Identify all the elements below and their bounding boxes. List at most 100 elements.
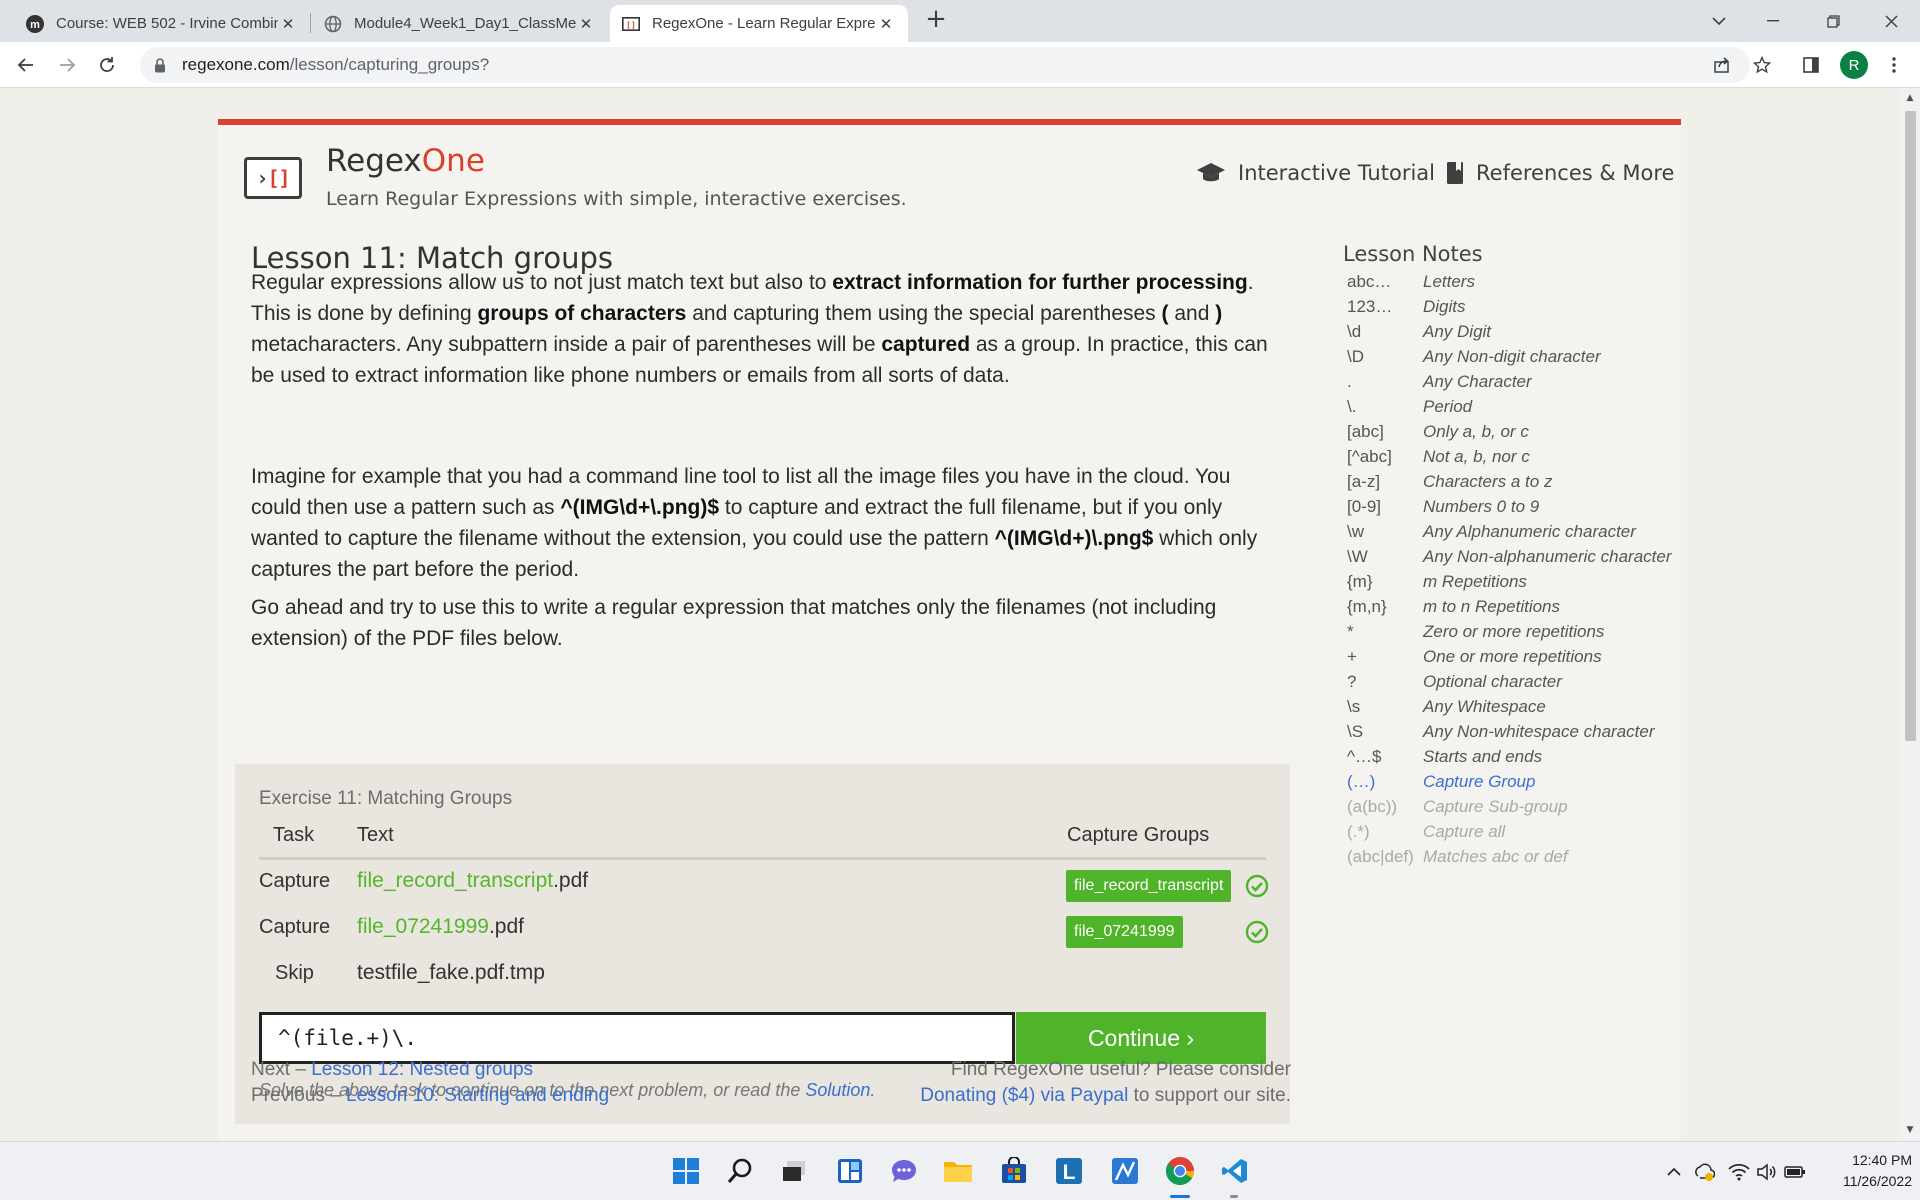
site-brand[interactable]: RegexOne: [326, 143, 485, 179]
scrollbar-thumb[interactable]: [1905, 111, 1916, 741]
donate-paypal-link[interactable]: Donating ($4) via Paypal: [920, 1085, 1128, 1106]
scroll-down-arrow-icon[interactable]: ▼: [1905, 1125, 1915, 1135]
wifi-icon[interactable]: [1726, 1160, 1752, 1184]
note-syntax: [a-z]: [1347, 472, 1381, 491]
running-app-indicator: [1230, 1195, 1238, 1198]
windows-start-icon[interactable]: [669, 1154, 703, 1188]
test-string: file_record_transcript.pdf: [357, 869, 588, 893]
nav-interactive-tutorial[interactable]: Interactive Tutorial: [1196, 161, 1435, 185]
exercise-row: Capture file_record_transcript.pdf file_…: [259, 860, 1269, 906]
volume-icon[interactable]: [1754, 1160, 1780, 1184]
exercise-table-header: Task Text Capture Groups: [259, 824, 1266, 860]
solution-link[interactable]: Solution: [805, 1080, 870, 1100]
show-hidden-icons-chevron-icon[interactable]: [1662, 1160, 1686, 1184]
note-syntax: \D: [1347, 347, 1364, 366]
battery-icon[interactable]: [1782, 1160, 1808, 1184]
note-meaning: Not a, b, nor c: [1423, 447, 1530, 466]
drawing-app-icon[interactable]: [1108, 1154, 1142, 1188]
search-icon[interactable]: [723, 1154, 757, 1188]
browser-menu-icon[interactable]: [1880, 51, 1908, 79]
donate-suffix: to support our site.: [1128, 1085, 1291, 1106]
tab-module4[interactable]: Module4_Week1_Day1_ClassMee ✕: [312, 5, 608, 42]
lesson-note-row: \D Any Non-digit character: [1343, 347, 1683, 372]
next-lesson-link[interactable]: Lesson 12: Nested groups: [311, 1059, 533, 1080]
lesson-note-row: (abc|def) Matches abc or def: [1343, 847, 1683, 872]
note-syntax: (.*): [1347, 822, 1370, 841]
note-meaning: m Repetitions: [1423, 572, 1527, 591]
tab-course-web502[interactable]: m Course: WEB 502 - Irvine Combin ✕: [14, 5, 310, 42]
previous-lesson-link[interactable]: Lesson 10: Starting and ending: [346, 1085, 609, 1106]
lesson-notes-list: abc… Letters 123… Digits \d Any Digit \D Any No…: [1343, 272, 1683, 872]
lesson-note-row: ^…$ Starts and ends: [1343, 747, 1683, 772]
capture-group-badge: file_record_transcript: [1066, 870, 1232, 902]
lesson-note-row: (…) Capture Group: [1343, 772, 1683, 797]
tab-regexone[interactable]: [] RegexOne - Learn Regular Expres ✕: [610, 5, 908, 42]
exercise-table: Task Text Capture Groups Capture file_re…: [259, 824, 1269, 998]
close-tab-icon[interactable]: ✕: [576, 15, 596, 33]
note-syntax: [abc]: [1347, 422, 1384, 441]
task-label: Capture: [259, 870, 331, 892]
bold-run: groups of characters: [477, 302, 687, 325]
lesson-paragraph-3: Go ahead and try to use this to write a …: [251, 596, 1217, 650]
tab-search-chevron-icon[interactable]: [1696, 0, 1742, 42]
system-clock[interactable]: 12:40 PM 11/26/2022: [1818, 1150, 1912, 1192]
lesson-paragraph-2: Imagine for example that you had a comma…: [251, 461, 1281, 585]
note-meaning: Any Non-whitespace character: [1423, 722, 1655, 741]
new-tab-button[interactable]: +: [922, 6, 950, 34]
moodle-icon: m: [26, 14, 44, 33]
note-meaning: Any Digit: [1423, 322, 1492, 341]
bookmark-star-icon[interactable]: [1748, 51, 1776, 79]
share-icon[interactable]: [1708, 51, 1736, 79]
note-syntax: *: [1347, 622, 1354, 641]
note-meaning: Any Non-alphanumeric character: [1423, 547, 1672, 566]
nav-references-more[interactable]: References & More: [1446, 161, 1674, 185]
graduation-cap-icon: [1196, 162, 1226, 184]
close-tab-icon[interactable]: ✕: [876, 15, 896, 33]
next-prefix: Next –: [251, 1059, 312, 1080]
reload-icon[interactable]: [93, 51, 121, 79]
microsoft-store-icon[interactable]: [997, 1154, 1031, 1188]
sync-cloud-icon[interactable]: [1690, 1160, 1718, 1184]
donate-note: Find RegexOne useful? Please consider Do…: [920, 1057, 1291, 1109]
tab-separator: [310, 13, 311, 33]
lesson-notes-title: Lesson Notes: [1343, 242, 1483, 266]
close-tab-icon[interactable]: ✕: [278, 15, 298, 33]
vscode-icon[interactable]: [1218, 1154, 1252, 1188]
restore-button[interactable]: [1810, 0, 1856, 42]
chrome-icon[interactable]: [1163, 1154, 1197, 1188]
close-window-button[interactable]: [1868, 0, 1914, 42]
forward-arrow-icon[interactable]: [53, 51, 81, 79]
svg-text:m: m: [30, 19, 40, 31]
minimize-button[interactable]: [1750, 0, 1796, 42]
note-meaning: Capture Sub-group: [1423, 797, 1568, 816]
nav-references-label: References & More: [1476, 161, 1675, 185]
page-scrollbar[interactable]: ▲ ▼: [1900, 89, 1920, 1141]
note-syntax: {m,n}: [1347, 597, 1387, 616]
side-panel-icon[interactable]: [1797, 51, 1825, 79]
clock-time: 12:40 PM: [1852, 1152, 1912, 1168]
lesson-note-row: \w Any Alphanumeric character: [1343, 522, 1683, 547]
note-meaning: Any Alphanumeric character: [1423, 522, 1636, 541]
l-app-icon[interactable]: L: [1052, 1154, 1086, 1188]
teams-chat-icon[interactable]: [887, 1154, 921, 1188]
scroll-up-arrow-icon[interactable]: ▲: [1905, 93, 1915, 103]
note-meaning: Matches abc or def: [1423, 847, 1568, 866]
task-view-icon[interactable]: [777, 1154, 811, 1188]
note-meaning: One or more repetitions: [1423, 647, 1602, 666]
profile-avatar[interactable]: R: [1840, 51, 1868, 79]
note-syntax: [^abc]: [1347, 447, 1392, 466]
file-explorer-icon[interactable]: [941, 1154, 975, 1188]
note-meaning: Starts and ends: [1423, 747, 1543, 766]
brand-regex: Regex: [326, 143, 422, 179]
regexone-logo[interactable]: ›[]: [244, 157, 302, 199]
windows-taskbar: L 12:40 PM 11/26/2022: [0, 1141, 1920, 1200]
text-run: and capturing them using the special par…: [686, 302, 1162, 325]
lesson-note-row: {m,n} m to n Repetitions: [1343, 597, 1683, 622]
address-bar[interactable]: regexone.com/lesson/capturing_groups?: [140, 47, 1750, 83]
note-syntax: 123…: [1347, 297, 1393, 316]
back-arrow-icon[interactable]: [12, 51, 40, 79]
widgets-icon[interactable]: [833, 1154, 867, 1188]
browser-toolbar: regexone.com/lesson/capturing_groups? R: [0, 42, 1920, 88]
tab-title: Module4_Week1_Day1_ClassMee: [354, 15, 576, 32]
capture-group-badge: file_07241999: [1066, 916, 1183, 948]
